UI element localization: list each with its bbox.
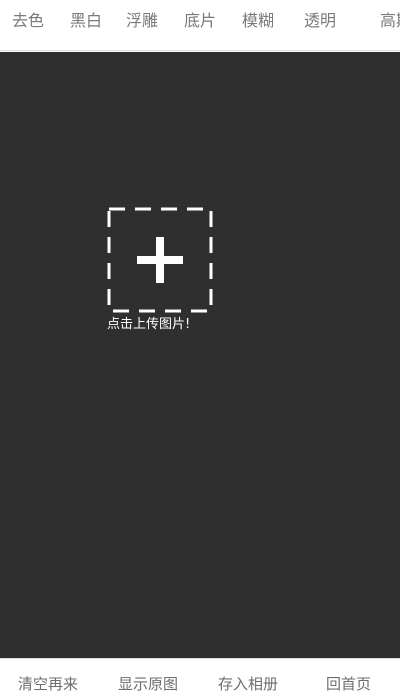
filter-black-white[interactable]: 黑白 [70,11,102,31]
filter-negative[interactable]: 底片 [184,11,216,31]
clear-restart-button[interactable]: 清空再来 [18,674,78,694]
plus-icon [107,207,213,313]
bottom-action-bar: 清空再来 显示原图 存入相册 回首页 [0,658,400,700]
image-canvas: 点击上传图片! [0,52,400,658]
filter-blur[interactable]: 模糊 [242,11,274,31]
filter-desaturate[interactable]: 去色 [12,11,44,31]
show-original-button[interactable]: 显示原图 [118,674,178,694]
upload-hint-text: 点击上传图片! [107,317,191,332]
save-to-album-button[interactable]: 存入相册 [218,674,278,694]
filter-transparent[interactable]: 透明 [304,11,336,31]
filter-emboss[interactable]: 浮雕 [126,11,158,31]
filter-toolbar[interactable]: 去色 黑白 浮雕 底片 模糊 透明 高斯 [0,0,400,51]
upload-image-button[interactable] [107,207,213,313]
app-screen: 去色 黑白 浮雕 底片 模糊 透明 高斯 点击上传图片! 清空再来 显示原图 存… [0,0,400,700]
filter-gaussian[interactable]: 高斯 [380,11,400,31]
back-home-button[interactable]: 回首页 [326,674,371,694]
plus-horizontal-bar [137,256,183,264]
